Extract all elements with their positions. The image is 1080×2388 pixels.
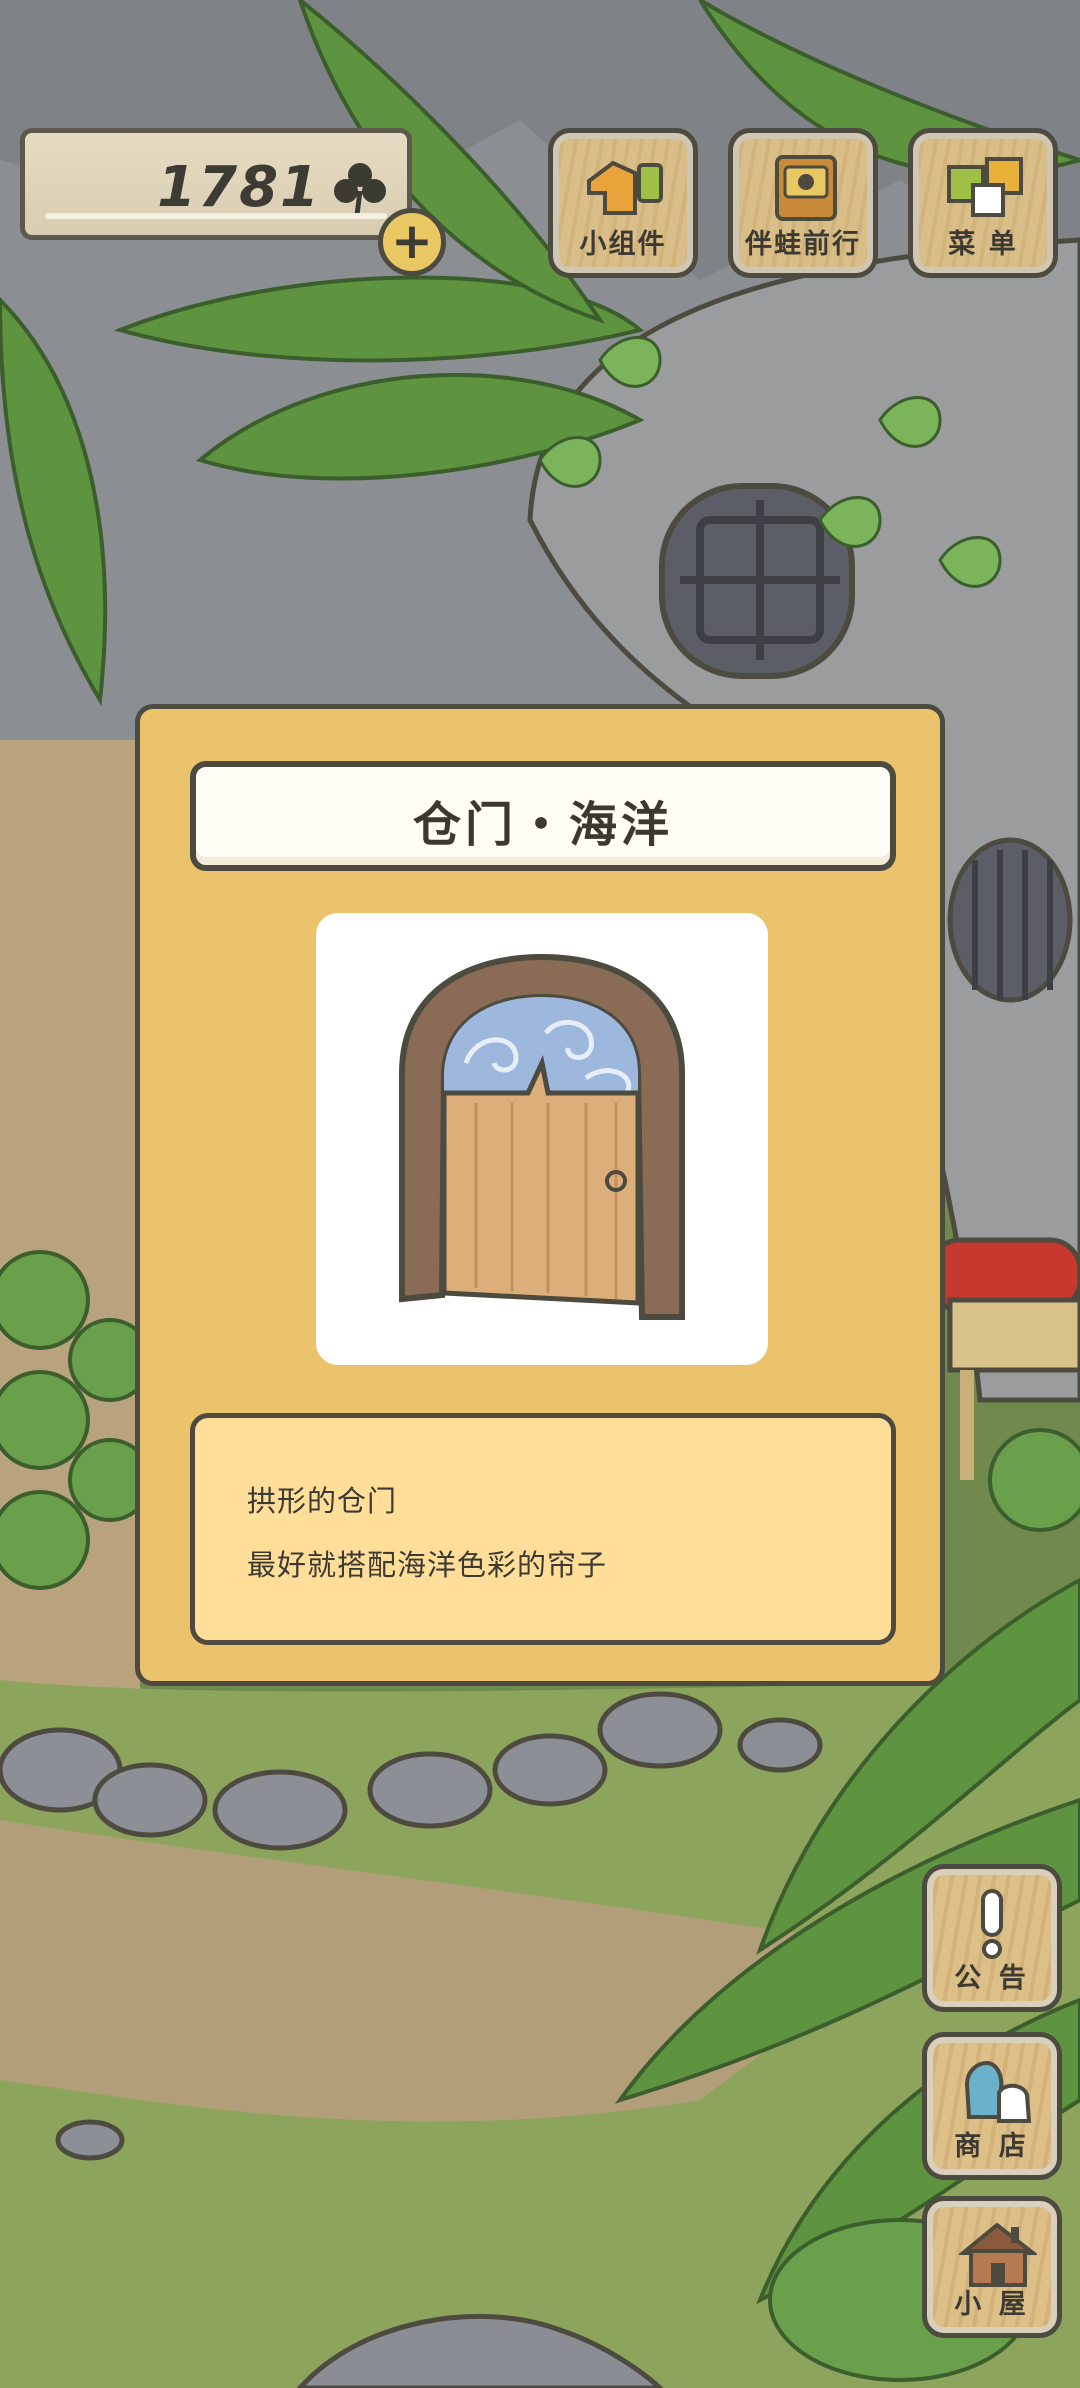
clover-icon [334, 163, 386, 216]
house-button[interactable]: 小 屋 [922, 2196, 1062, 2338]
frog-journey-icon [775, 155, 837, 221]
house-icon [959, 2222, 1037, 2287]
clover-count: 1781 [157, 155, 321, 220]
item-title: 仓门・海洋 [412, 797, 673, 853]
item-image-frame [316, 913, 768, 1365]
item-description-line-1: 拱形的仓门 [247, 1484, 398, 1518]
shop-bags-icon [964, 2060, 1032, 2123]
menu-cards-icon [947, 157, 1023, 217]
notice-button-label: 公 告 [954, 1963, 1030, 1994]
plus-icon: + [391, 212, 433, 270]
menu-button-label: 菜 单 [948, 229, 1018, 260]
widget-icon [587, 160, 663, 215]
frog-journey-button-label: 伴蛙前行 [745, 229, 861, 260]
widget-button[interactable]: 小组件 [548, 128, 698, 278]
arched-door-ocean-icon [399, 953, 685, 1320]
clover-counter: 1781 [20, 128, 412, 240]
widget-button-label: 小组件 [579, 229, 667, 260]
notice-button[interactable]: 公 告 [922, 1864, 1062, 2012]
frog-journey-button[interactable]: 伴蛙前行 [728, 128, 878, 278]
menu-button[interactable]: 菜 单 [908, 128, 1058, 278]
house-button-label: 小 屋 [954, 2289, 1030, 2320]
panel-shine [45, 213, 387, 219]
item-title-box: 仓门・海洋 [190, 761, 896, 871]
shop-button-label: 商 店 [954, 2131, 1030, 2162]
shop-button[interactable]: 商 店 [922, 2032, 1062, 2180]
exclamation-icon [981, 1889, 1003, 1959]
item-description-box: 拱形的仓门 最好就搭配海洋色彩的帘子 [190, 1413, 896, 1645]
item-description-line-2: 最好就搭配海洋色彩的帘子 [247, 1548, 608, 1582]
item-detail-card: 仓门・海洋 拱形的仓门 最好就搭配海洋色彩的帘子 [135, 704, 945, 1686]
add-clover-button[interactable]: + [378, 208, 446, 276]
